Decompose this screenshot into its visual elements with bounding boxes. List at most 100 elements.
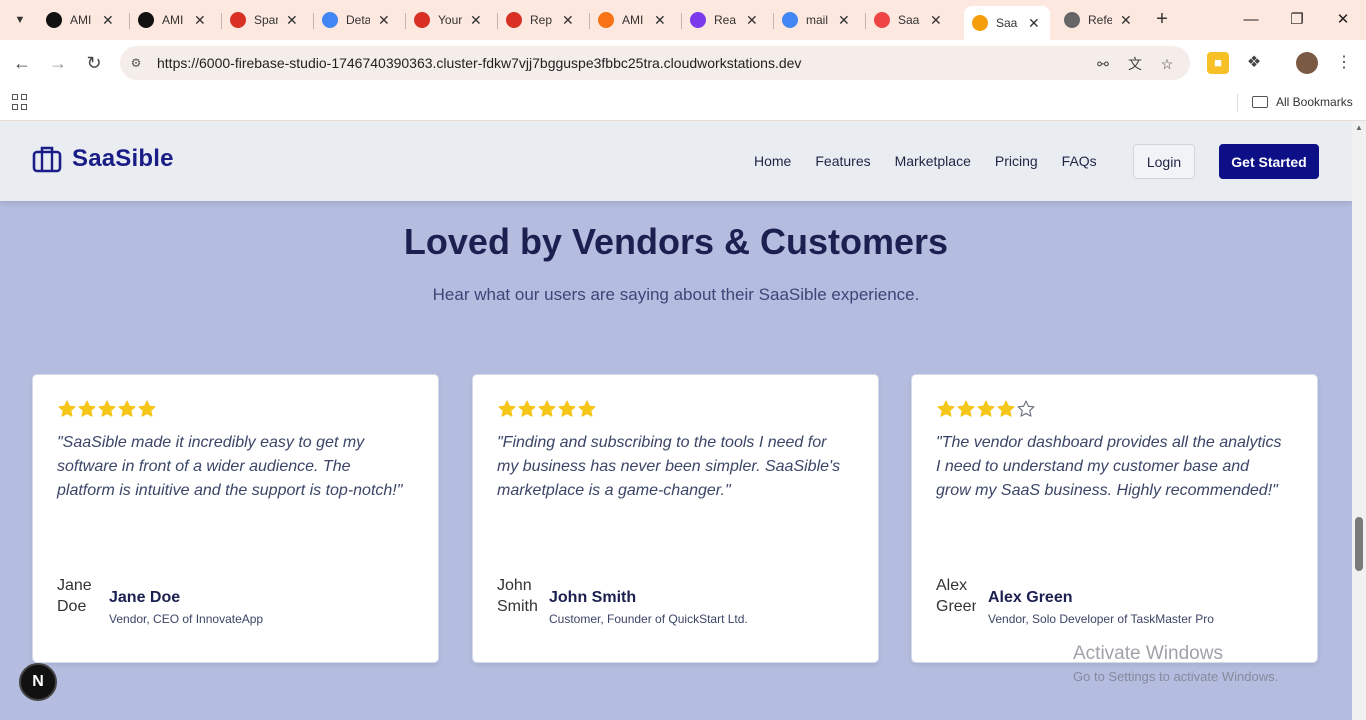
- tab-close-icon[interactable]: ✕: [654, 12, 666, 29]
- tab-close-icon[interactable]: ✕: [838, 12, 850, 29]
- google-icon: [782, 12, 798, 28]
- make-icon: [598, 12, 614, 28]
- tab-close-icon[interactable]: ✕: [102, 12, 114, 29]
- tab-close-icon[interactable]: ✕: [1120, 12, 1132, 29]
- brand-name: SaaSible: [72, 145, 174, 172]
- tab-close-icon[interactable]: ✕: [378, 12, 390, 29]
- star-filled-icon: [78, 400, 96, 417]
- firebase-studio-icon: [972, 15, 988, 31]
- browser-tab[interactable]: Your ✕: [406, 6, 494, 34]
- url-text[interactable]: https://6000-firebase-studio-17467403903…: [157, 55, 801, 71]
- back-arrow-icon[interactable]: ←: [10, 51, 34, 75]
- tab-close-icon[interactable]: ✕: [930, 12, 942, 29]
- browser-tab[interactable]: Refe ✕: [1056, 6, 1144, 34]
- briefcase-icon: [32, 146, 62, 173]
- brand-logo[interactable]: SaaSible: [32, 145, 174, 173]
- tab-title: AMI: [622, 13, 644, 27]
- browser-tab-strip: ▼ AMI ✕ AMI ✕ Spam ✕ Details ✕ Your ✕ Rep ✕ AMI ✕ Rea ✕…: [0, 0, 1366, 40]
- browser-tab[interactable]: Rea ✕: [682, 6, 770, 34]
- translate-icon[interactable]: 文: [1126, 55, 1144, 73]
- get-started-button[interactable]: Get Started: [1219, 144, 1319, 179]
- star-empty-icon: [1017, 400, 1035, 417]
- minimize-window-icon[interactable]: —: [1239, 8, 1263, 32]
- watermark-title: Activate Windows: [1073, 643, 1223, 664]
- rating-stars: [497, 399, 597, 419]
- star-filled-icon: [937, 400, 955, 417]
- all-bookmarks-button[interactable]: All Bookmarks: [1252, 95, 1353, 109]
- testimonial-quote: "Finding and subscribing to the tools I …: [497, 434, 841, 499]
- profile-avatar[interactable]: [1296, 52, 1318, 74]
- scroll-up-arrow-icon[interactable]: ▲: [1355, 123, 1363, 132]
- main-nav: Home Features Marketplace Pricing FAQs: [754, 121, 1121, 201]
- reviewer-name: Alex Green: [988, 589, 1073, 606]
- nav-pricing[interactable]: Pricing: [995, 153, 1038, 169]
- nav-marketplace[interactable]: Marketplace: [895, 153, 971, 169]
- testimonial-quote: "The vendor dashboard provides all the a…: [936, 434, 1282, 499]
- all-bookmarks-label: All Bookmarks: [1276, 95, 1353, 109]
- testimonial-card: "Finding and subscribing to the tools I …: [472, 374, 879, 663]
- gmail-icon: [230, 12, 246, 28]
- chrome-store-icon: [322, 12, 338, 28]
- forward-arrow-icon[interactable]: →: [46, 51, 70, 75]
- address-bar[interactable]: ⚙ https://6000-firebase-studio-174674039…: [120, 46, 1190, 80]
- password-key-icon[interactable]: ⚯: [1094, 55, 1112, 73]
- testimonial-card: "SaaSible made it incredibly easy to get…: [32, 374, 439, 663]
- browser-tab[interactable]: Spam ✕: [222, 6, 310, 34]
- tab-title: Saa: [898, 13, 920, 27]
- tab-title: AMI: [70, 13, 92, 27]
- browser-tab[interactable]: Saa ✕: [866, 6, 954, 34]
- tab-close-icon[interactable]: ✕: [194, 12, 206, 29]
- star-filled-icon: [538, 400, 556, 417]
- nav-faqs[interactable]: FAQs: [1062, 153, 1097, 169]
- page-scrollbar[interactable]: ▲: [1352, 121, 1366, 720]
- browser-tab[interactable]: AMI ✕: [590, 6, 678, 34]
- tab-close-icon[interactable]: ✕: [746, 12, 758, 29]
- avatar: Jane Doe: [57, 575, 97, 635]
- testimonial-quote: "SaaSible made it incredibly easy to get…: [57, 434, 403, 499]
- tab-close-icon[interactable]: ✕: [562, 12, 574, 29]
- page-viewport: SaaSible Home Features Marketplace Prici…: [0, 121, 1352, 720]
- tab-title: Saa: [996, 16, 1018, 30]
- nav-features[interactable]: Features: [815, 153, 870, 169]
- browser-tab[interactable]: mail ✕: [774, 6, 862, 34]
- star-filled-icon: [977, 400, 995, 417]
- browser-tab[interactable]: Rep ✕: [498, 6, 586, 34]
- browser-tab[interactable]: AMI ✕: [38, 6, 126, 34]
- avatar-alt-text: Jane Doe: [57, 577, 92, 615]
- browser-tab[interactable]: Details ✕: [314, 6, 402, 34]
- star-filled-icon: [997, 400, 1015, 417]
- star-filled-icon: [138, 400, 156, 417]
- close-window-icon[interactable]: ✕: [1331, 8, 1355, 32]
- new-tab-plus-icon[interactable]: +: [1150, 8, 1174, 32]
- nextjs-dev-badge[interactable]: N: [19, 663, 57, 701]
- login-button[interactable]: Login: [1133, 144, 1195, 179]
- tab-close-icon[interactable]: ✕: [286, 12, 298, 29]
- star-filled-icon: [498, 400, 516, 417]
- tab-close-icon[interactable]: ✕: [470, 12, 482, 29]
- restore-window-icon[interactable]: ❐: [1285, 8, 1309, 32]
- scrollbar-thumb[interactable]: [1355, 517, 1363, 571]
- tab-close-icon[interactable]: ✕: [1028, 15, 1040, 32]
- tab-title: Rep: [530, 13, 553, 27]
- avatar-alt-text: Alex Green: [936, 577, 976, 615]
- star-filled-icon: [118, 400, 136, 417]
- browser-tab[interactable]: Saa ✕: [964, 6, 1050, 40]
- reload-icon[interactable]: ↻: [82, 51, 106, 75]
- extensions-puzzle-icon[interactable]: ❖: [1243, 52, 1265, 74]
- browser-menu-icon[interactable]: ⋮: [1333, 52, 1355, 74]
- nav-home[interactable]: Home: [754, 153, 791, 169]
- rating-stars: [936, 399, 1036, 419]
- rating-stars: [57, 399, 157, 419]
- apps-grid-icon[interactable]: [12, 94, 28, 110]
- gmail-icon: [414, 12, 430, 28]
- bookmark-star-icon[interactable]: ☆: [1158, 55, 1176, 73]
- windows-activation-watermark: Activate Windows Go to Settings to activ…: [1073, 643, 1278, 684]
- extension-keep-icon[interactable]: ■: [1207, 52, 1229, 74]
- testimonial-card: "The vendor dashboard provides all the a…: [911, 374, 1318, 663]
- tab-title: Rea: [714, 13, 737, 27]
- site-info-icon[interactable]: ⚙: [128, 55, 144, 71]
- vite-icon: [690, 12, 706, 28]
- browser-tab[interactable]: AMI ✕: [130, 6, 218, 34]
- tab-search-chevron-icon[interactable]: ▼: [8, 8, 32, 32]
- globe-icon: [1064, 12, 1080, 28]
